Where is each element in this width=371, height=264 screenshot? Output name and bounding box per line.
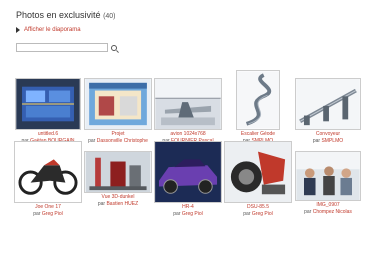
search-icon[interactable] [111, 44, 117, 51]
photo-author[interactable]: SMPLMO [321, 138, 343, 144]
photo-thumbnail-conveyor[interactable] [295, 78, 361, 130]
photo-card: DSU-85.5 par Greg Piol [224, 141, 292, 218]
photo-row: Joe One 17 par Greg Piol Vue 3D-dunkel p… [14, 141, 364, 218]
photo-thumbnail-hangar[interactable] [154, 78, 222, 130]
photo-thumbnail-people[interactable] [295, 151, 361, 201]
photo-title[interactable]: HR-4 [154, 204, 222, 211]
photo-count: (40) [103, 13, 116, 20]
search-bar [16, 43, 117, 52]
photo-card: Convoyeur par SMPLMO [294, 78, 362, 145]
photo-author[interactable]: Dassonville Christophe [97, 138, 148, 144]
section-title: Photos en exclusivité (40) [16, 10, 116, 20]
play-icon [16, 27, 20, 33]
photo-title[interactable]: Projet [84, 131, 152, 138]
photo-title[interactable]: avion 1024x768 [154, 131, 222, 138]
photo-thumbnail-shop[interactable] [84, 78, 152, 130]
photo-credit: par Greg Piol [224, 211, 292, 218]
photo-thumbnail-motorcycle[interactable] [14, 141, 82, 203]
photo-title[interactable]: Joe One 17 [14, 204, 82, 211]
photo-card: untitled.6 par Gaëtan BOURGAIN [14, 78, 82, 145]
photo-thumbnail-floorplan[interactable] [15, 78, 81, 130]
photo-thumbnail-staircase[interactable] [236, 70, 280, 130]
credit-prefix: par [243, 211, 251, 217]
photo-author[interactable]: Chompez Nicolas [313, 209, 352, 215]
slideshow-link[interactable]: Afficher le diaporama [16, 27, 81, 33]
photo-card: Vue 3D-dunkel par Bastien HUEZ [84, 151, 152, 218]
photo-credit: par SMPLMO [294, 138, 362, 145]
slideshow-label: Afficher le diaporama [24, 27, 81, 33]
photo-credit: par Dassonville Christophe [84, 138, 152, 145]
photo-author[interactable]: Greg Piol [252, 211, 273, 217]
photo-title[interactable]: Escalier Géode [224, 131, 292, 138]
photo-credit: par Greg Piol [154, 211, 222, 218]
photo-card: IMG_0907 par Chompez Nicolas [294, 151, 362, 218]
section-title-text: Photos en exclusivité [16, 10, 101, 20]
search-input[interactable] [16, 43, 108, 52]
credit-prefix: par [173, 211, 181, 217]
photo-title[interactable]: Vue 3D-dunkel [84, 194, 152, 201]
photo-credit: par Greg Piol [14, 211, 82, 218]
photo-card: Projet par Dassonville Christophe [84, 78, 152, 145]
photo-card: Joe One 17 par Greg Piol [14, 141, 82, 218]
photo-title[interactable]: IMG_0907 [294, 202, 362, 209]
photo-author[interactable]: Bastien HUEZ [106, 201, 138, 207]
photo-thumbnail-motorbike-closeup[interactable] [224, 141, 292, 203]
photo-thumbnail-car[interactable] [154, 141, 222, 203]
photo-card: HR-4 par Greg Piol [154, 141, 222, 218]
photo-title[interactable]: DSU-85.5 [224, 204, 292, 211]
photo-title[interactable]: Convoyeur [294, 131, 362, 138]
photo-row: untitled.6 par Gaëtan BOURGAIN Projet pa… [14, 70, 364, 145]
credit-prefix: par [33, 211, 41, 217]
photo-grid: untitled.6 par Gaëtan BOURGAIN Projet pa… [14, 70, 364, 224]
photo-card: Escalier Géode par SMPLMO [224, 70, 292, 145]
photo-title[interactable]: untitled.6 [14, 131, 82, 138]
photo-author[interactable]: Greg Piol [42, 211, 63, 217]
credit-prefix: par [97, 201, 106, 207]
photo-credit: par Chompez Nicolas [294, 209, 362, 216]
photo-credit: par Bastien HUEZ [84, 201, 152, 208]
photo-thumbnail-machine[interactable] [84, 151, 152, 193]
credit-prefix: par [304, 209, 312, 215]
credit-prefix: par [88, 138, 96, 144]
photo-author[interactable]: Greg Piol [182, 211, 203, 217]
credit-prefix: par [312, 138, 321, 144]
photo-card: avion 1024x768 par FOURNIER Pascal [154, 78, 222, 145]
